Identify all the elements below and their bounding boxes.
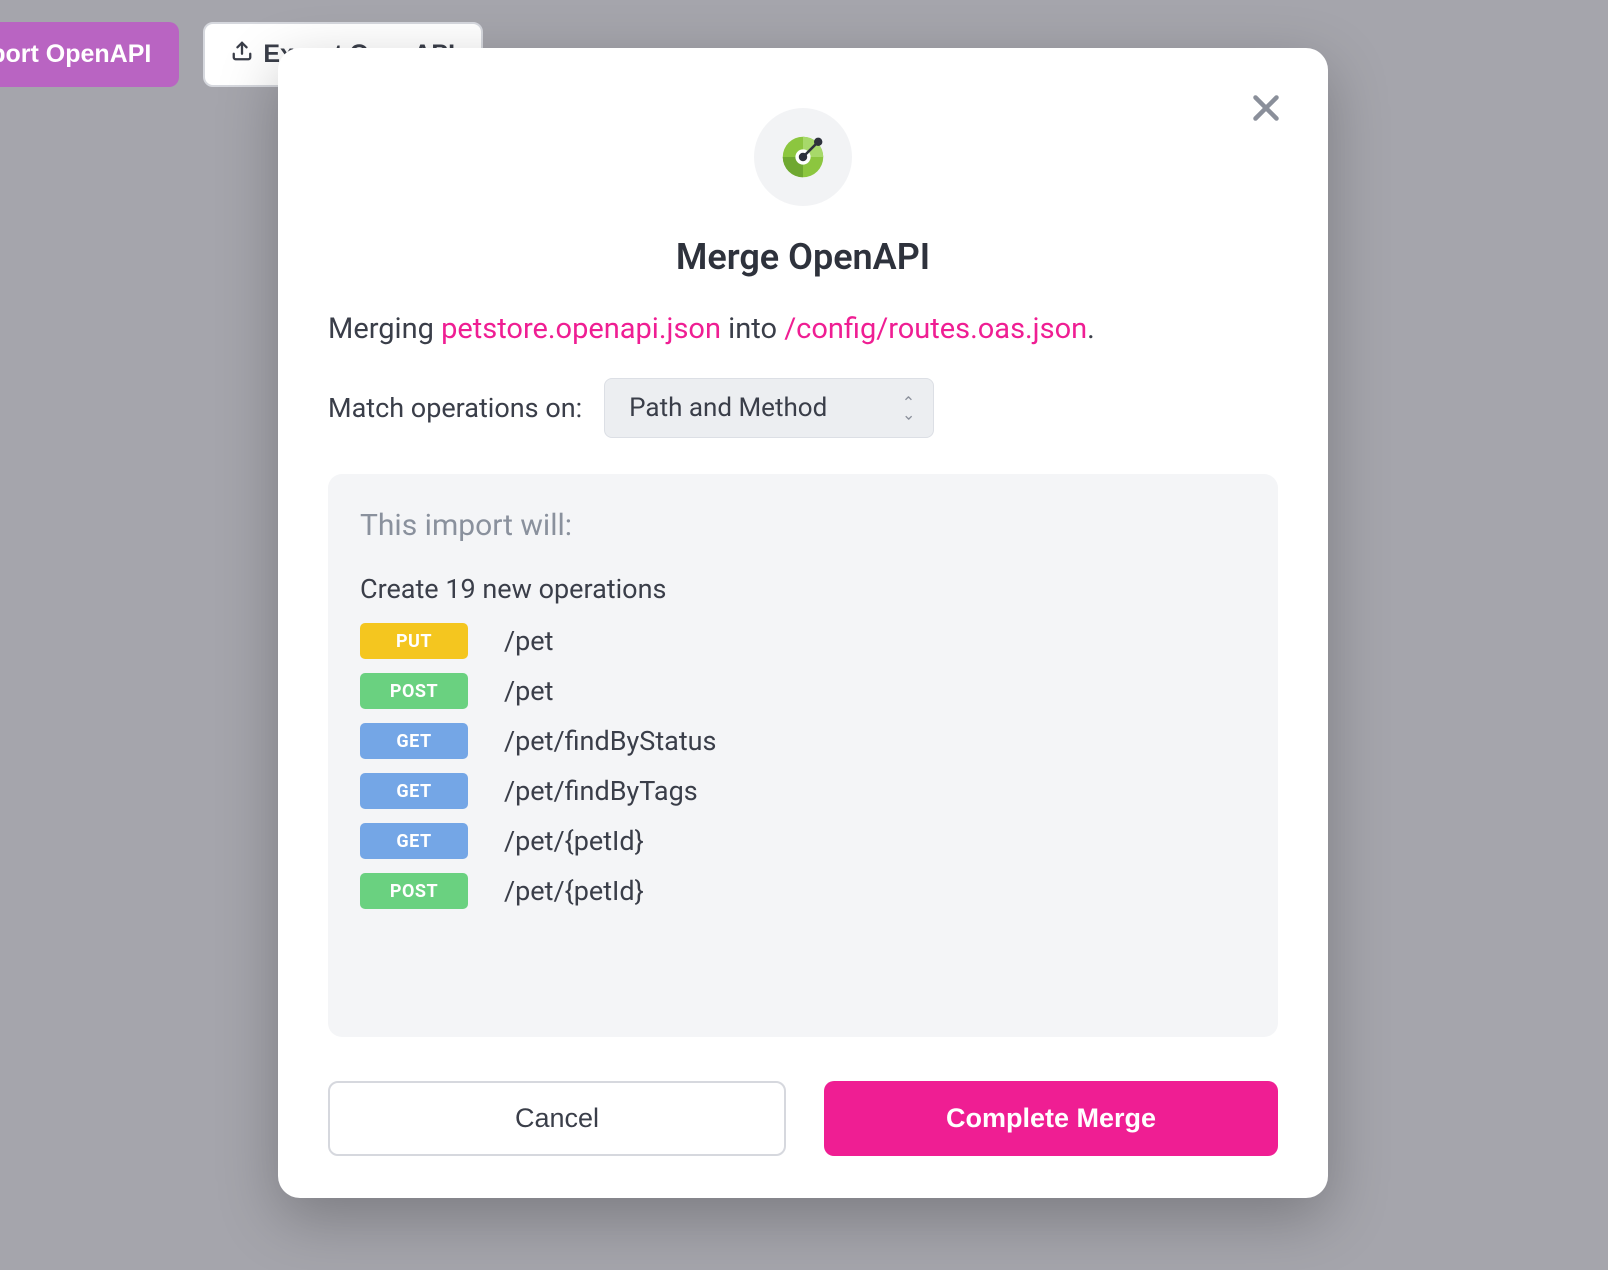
logo-icon bbox=[754, 108, 852, 206]
create-operations-count: Create 19 new operations bbox=[360, 573, 1246, 605]
logo-container bbox=[328, 108, 1278, 206]
method-badge: GET bbox=[360, 773, 468, 809]
operation-path: /pet/{petId} bbox=[504, 825, 644, 857]
operation-path: /pet/{petId} bbox=[504, 875, 644, 907]
source-file: petstore.openapi.json bbox=[441, 312, 721, 346]
target-file: /config/routes.oas.json bbox=[784, 312, 1087, 346]
complete-merge-button[interactable]: Complete Merge bbox=[824, 1081, 1278, 1156]
chevron-up-down-icon: ⌃⌃ bbox=[902, 399, 915, 417]
desc-prefix: Merging bbox=[328, 312, 441, 346]
upload-icon bbox=[231, 40, 253, 69]
match-operations-select[interactable]: Path and Method ⌃⌃ bbox=[604, 378, 934, 438]
operation-path: /pet bbox=[504, 675, 553, 707]
modal-title: Merge OpenAPI bbox=[328, 236, 1278, 278]
operation-path: /pet bbox=[504, 625, 553, 657]
operation-row: GET/pet/findByStatus bbox=[360, 723, 1246, 759]
operation-path: /pet/findByStatus bbox=[504, 725, 717, 757]
operation-row: GET/pet/{petId} bbox=[360, 823, 1246, 859]
match-label: Match operations on: bbox=[328, 392, 582, 424]
method-badge: POST bbox=[360, 673, 468, 709]
select-value: Path and Method bbox=[629, 393, 827, 423]
operations-list: PUT/petPOST/petGET/pet/findByStatusGET/p… bbox=[360, 623, 1246, 909]
desc-suffix: . bbox=[1087, 312, 1095, 346]
import-summary-panel: This import will: Create 19 new operatio… bbox=[328, 474, 1278, 1037]
desc-middle: into bbox=[721, 312, 784, 346]
panel-header: This import will: bbox=[360, 508, 1246, 543]
modal-footer: Cancel Complete Merge bbox=[328, 1081, 1278, 1156]
close-icon[interactable] bbox=[1248, 90, 1284, 126]
method-badge: POST bbox=[360, 873, 468, 909]
operation-row: POST/pet bbox=[360, 673, 1246, 709]
match-operations-row: Match operations on: Path and Method ⌃⌃ bbox=[328, 378, 1278, 438]
merge-description: Merging petstore.openapi.json into /conf… bbox=[328, 312, 1278, 346]
operation-row: PUT/pet bbox=[360, 623, 1246, 659]
operation-path: /pet/findByTags bbox=[504, 775, 698, 807]
method-badge: PUT bbox=[360, 623, 468, 659]
merge-openapi-modal: Merge OpenAPI Merging petstore.openapi.j… bbox=[278, 48, 1328, 1198]
method-badge: GET bbox=[360, 723, 468, 759]
import-openapi-button[interactable]: mport OpenAPI bbox=[0, 22, 179, 87]
method-badge: GET bbox=[360, 823, 468, 859]
cancel-button[interactable]: Cancel bbox=[328, 1081, 786, 1156]
operation-row: GET/pet/findByTags bbox=[360, 773, 1246, 809]
operation-row: POST/pet/{petId} bbox=[360, 873, 1246, 909]
